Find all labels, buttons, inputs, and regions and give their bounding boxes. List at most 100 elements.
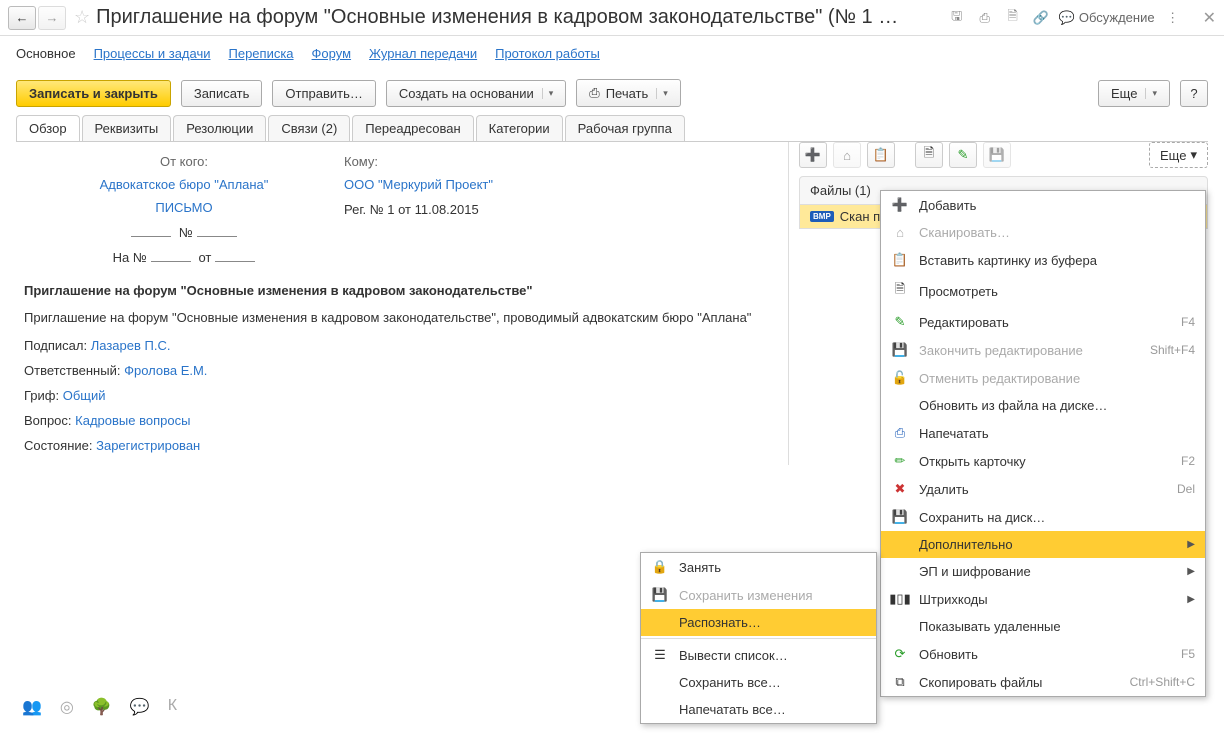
- doc-icon: 🗎: [891, 280, 909, 302]
- menu-sub-item-4[interactable]: ☰Вывести список…: [641, 641, 876, 669]
- menu-main-label-14: Штрихкоды: [919, 592, 1177, 607]
- nav-forward-button[interactable]: →: [38, 6, 66, 30]
- chat-bubble-icon[interactable]: 💬: [130, 697, 150, 717]
- save-button[interactable]: Записать: [181, 80, 263, 107]
- menu-main-item-10[interactable]: ✖УдалитьDel: [881, 475, 1205, 503]
- create-based-button[interactable]: Создать на основании▾: [386, 80, 566, 107]
- menu-main-label-8: Напечатать: [919, 426, 1195, 441]
- section-tab-processes[interactable]: Процессы и задачи: [94, 46, 211, 61]
- save-close-button[interactable]: Записать и закрыть: [16, 80, 171, 107]
- menu-main-label-0: Добавить: [919, 198, 1195, 213]
- menu-sub-item-6[interactable]: Напечатать все…: [641, 696, 876, 723]
- menu-main-item-16[interactable]: ⟳ОбновитьF5: [881, 640, 1205, 668]
- menu-sub-label-5: Сохранить все…: [679, 675, 866, 690]
- tab-resolutions[interactable]: Резолюции: [173, 115, 266, 141]
- section-tab-journal[interactable]: Журнал передачи: [369, 46, 477, 61]
- grif-line: Гриф: Общий: [24, 388, 780, 403]
- star-icon[interactable]: ☆: [74, 7, 90, 28]
- files-toolbar: ➕ ⌂ 📋 🗎 ✎ 💾 Еще▾: [799, 142, 1208, 168]
- menu-main-label-2: Вставить картинку из буфера: [919, 253, 1195, 268]
- reg-line: Рег. № 1 от 11.08.2015: [344, 202, 493, 217]
- state-link[interactable]: Зарегистрирован: [96, 438, 200, 453]
- menu-sub-item-0[interactable]: 🔒Занять: [641, 553, 876, 581]
- menu-main-item-11[interactable]: 💾Сохранить на диск…: [881, 503, 1205, 531]
- section-tab-main[interactable]: Основное: [16, 46, 76, 61]
- caret-down-icon: ▾: [656, 88, 668, 99]
- close-icon[interactable]: ✕: [1203, 8, 1216, 28]
- link-icon[interactable]: 🔗: [1031, 8, 1051, 28]
- section-tab-protocol[interactable]: Протокол работы: [495, 46, 600, 61]
- menu-main-item-0[interactable]: ➕Добавить: [881, 191, 1205, 219]
- menu-main-label-4: Редактировать: [919, 315, 1171, 330]
- help-button[interactable]: ?: [1180, 80, 1208, 107]
- send-button[interactable]: Отправить…: [272, 80, 375, 107]
- edit-file-button[interactable]: ✎: [949, 142, 977, 168]
- scan-icon: ⌂: [891, 225, 909, 240]
- letter-link[interactable]: ПИСЬМО: [155, 200, 212, 215]
- menu-main-item-15[interactable]: Показывать удаленные: [881, 613, 1205, 640]
- signed-link[interactable]: Лазарев П.С.: [91, 338, 171, 353]
- menu-main-label-1: Сканировать…: [919, 225, 1195, 240]
- arrow-left-icon: ←: [16, 10, 29, 25]
- from-value-link[interactable]: Адвокатское бюро "Аплана": [100, 177, 269, 192]
- files-submenu-additional: 🔒Занять💾Сохранить измененияРаспознать…☰В…: [640, 552, 877, 724]
- print-icon[interactable]: ⎙: [975, 8, 995, 28]
- grif-link[interactable]: Общий: [63, 388, 106, 403]
- menu-main-item-9[interactable]: ✏Открыть карточкуF2: [881, 447, 1205, 475]
- menu-main-item-3[interactable]: 🗎Просмотреть: [881, 274, 1205, 308]
- tab-overview[interactable]: Обзор: [16, 115, 80, 141]
- section-tab-forum[interactable]: Форум: [312, 46, 352, 61]
- menu-sub-item-5[interactable]: Сохранить все…: [641, 669, 876, 696]
- doc-title: Приглашение на форум "Основные изменения…: [24, 283, 780, 298]
- discussion-button[interactable]: 💬 Обсуждение: [1059, 10, 1155, 26]
- overview-panel: От кого: Адвокатское бюро "Аплана" ПИСЬМ…: [16, 142, 788, 465]
- menu-main-item-2[interactable]: 📋Вставить картинку из буфера: [881, 246, 1205, 274]
- del-icon: ✖: [891, 481, 909, 497]
- tab-redirected[interactable]: Переадресован: [352, 115, 473, 141]
- to-value-link[interactable]: ООО "Меркурий Проект": [344, 177, 493, 192]
- responsible-link[interactable]: Фролова Е.М.: [124, 363, 207, 378]
- more-button[interactable]: Еще▾: [1098, 80, 1170, 107]
- question-link[interactable]: Кадровые вопросы: [75, 413, 190, 428]
- menu-main-item-12[interactable]: Дополнительно▶: [881, 531, 1205, 558]
- menu-main-label-13: ЭП и шифрование: [919, 564, 1177, 579]
- files-more-button[interactable]: Еще▾: [1149, 142, 1208, 168]
- menu-main-label-11: Сохранить на диск…: [919, 510, 1195, 525]
- circle-icon[interactable]: ◎: [60, 697, 74, 717]
- savechg-icon: 💾: [651, 587, 669, 603]
- menu-main-item-17[interactable]: ⧉Скопировать файлыCtrl+Shift+C: [881, 668, 1205, 696]
- arrow-right-icon: →: [46, 10, 59, 25]
- menu-main-item-7[interactable]: Обновить из файла на диске…: [881, 392, 1205, 419]
- k-icon[interactable]: К: [168, 697, 177, 717]
- tab-links[interactable]: Связи (2): [268, 115, 350, 141]
- tab-categories[interactable]: Категории: [476, 115, 563, 141]
- menu-main-item-13[interactable]: ЭП и шифрование▶: [881, 558, 1205, 585]
- note-icon[interactable]: 🗎: [1003, 8, 1023, 28]
- edit-icon: ✎: [891, 314, 909, 330]
- view-button[interactable]: 🗎: [915, 142, 943, 168]
- scanner-icon: ⌂: [843, 148, 851, 163]
- tab-details[interactable]: Реквизиты: [82, 115, 172, 141]
- paste-button[interactable]: 📋: [867, 142, 895, 168]
- tab-workgroup[interactable]: Рабочая группа: [565, 115, 685, 141]
- lock-icon: 🔒: [651, 559, 669, 575]
- scan-button[interactable]: ⌂: [833, 142, 861, 168]
- menu-main-item-4[interactable]: ✎РедактироватьF4: [881, 308, 1205, 336]
- kebab-icon[interactable]: ⋮: [1163, 8, 1183, 28]
- save-icon[interactable]: 🖫: [947, 8, 967, 28]
- menu-sub-label-2: Распознать…: [679, 615, 866, 630]
- tree-icon[interactable]: 🌳: [92, 697, 112, 717]
- add-file-button[interactable]: ➕: [799, 142, 827, 168]
- users-icon[interactable]: 👥: [22, 697, 42, 717]
- print-button[interactable]: ⎙Печать▾: [576, 79, 681, 107]
- nav-back-button[interactable]: ←: [8, 6, 36, 30]
- on-number-line: На № от: [24, 250, 344, 265]
- menu-sub-item-2[interactable]: Распознать…: [641, 609, 876, 636]
- section-tab-correspondence[interactable]: Переписка: [229, 46, 294, 61]
- menu-main-item-14[interactable]: ▮▯▮Штрихкоды▶: [881, 585, 1205, 613]
- doc-icon: 🗎: [924, 144, 934, 166]
- chevron-right-icon: ▶: [1187, 594, 1195, 605]
- end-edit-button[interactable]: 💾: [983, 142, 1011, 168]
- menu-main-item-8[interactable]: ⎙Напечатать: [881, 419, 1205, 447]
- page-title: Приглашение на форум "Основные изменения…: [96, 6, 947, 29]
